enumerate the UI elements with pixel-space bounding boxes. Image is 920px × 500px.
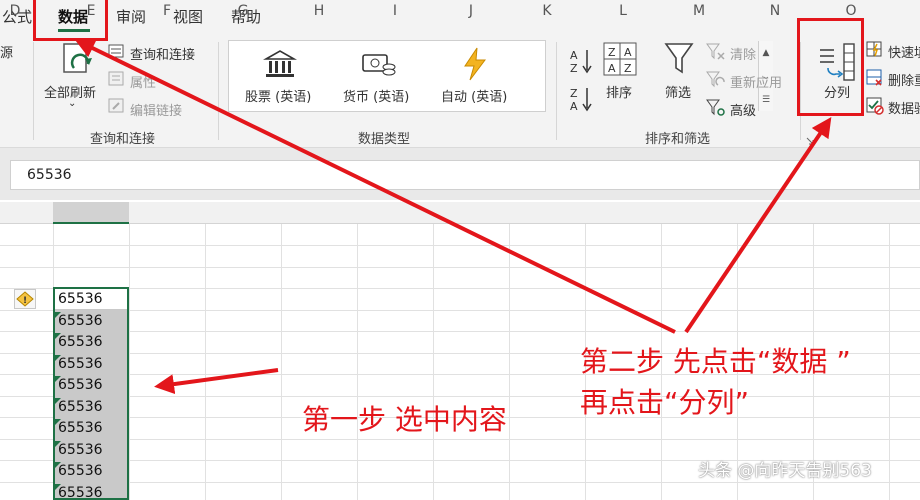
arrow-to-data-tab bbox=[74, 39, 676, 334]
watermark: 头条 @向昨天告别563 bbox=[698, 461, 872, 481]
step1-instruction: 第一步 选中内容 bbox=[302, 403, 507, 436]
step2-instruction-line2: 再点击“分列” bbox=[580, 386, 750, 419]
arrow-to-selection bbox=[154, 368, 279, 395]
arrow-to-text-to-columns bbox=[684, 117, 832, 334]
step2-instruction-line1: 第二步 先点击“数据 ” bbox=[580, 345, 851, 378]
